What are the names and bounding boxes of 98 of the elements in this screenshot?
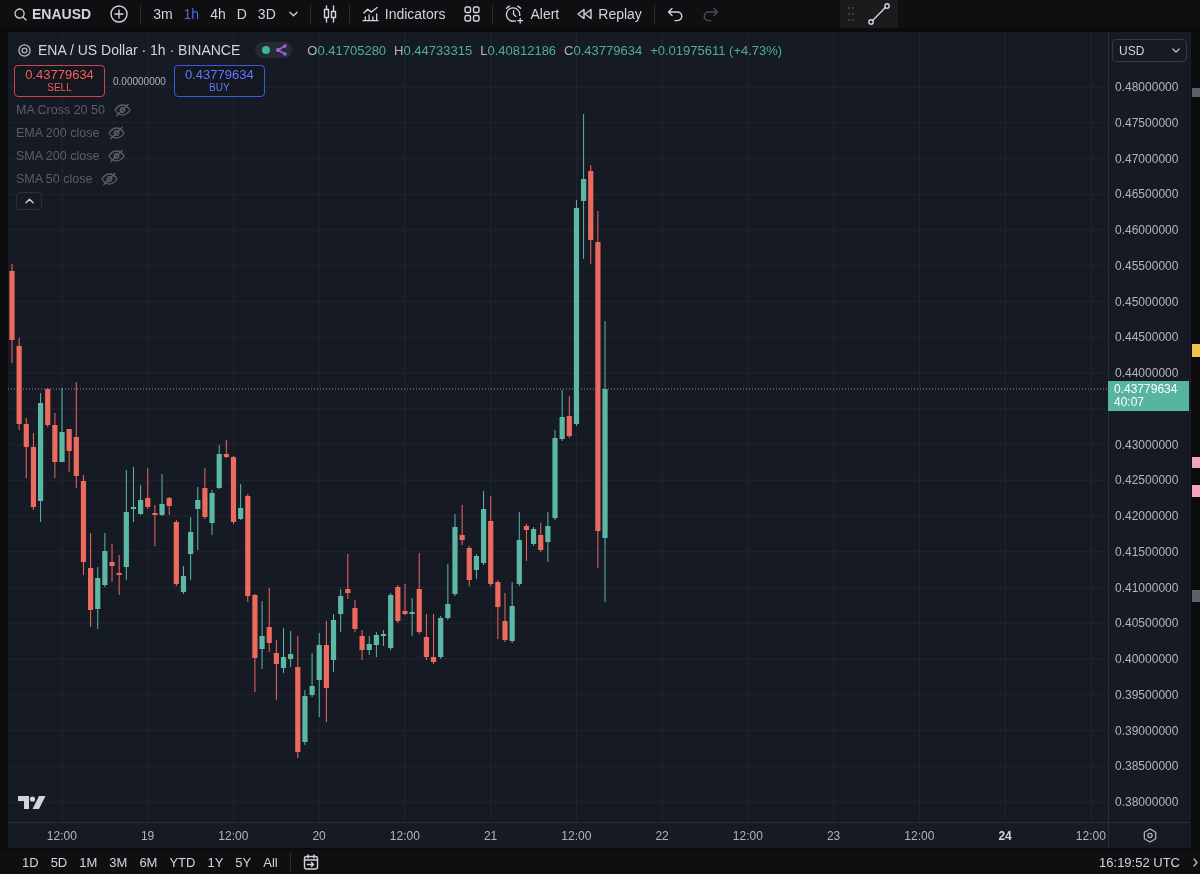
time-label: 23 [826, 828, 841, 843]
rewind-icon [576, 8, 593, 20]
logo-icon[interactable] [18, 796, 46, 809]
time-label: 21 [483, 828, 498, 843]
currency-dropdown[interactable]: USD [1112, 39, 1187, 62]
replay-button[interactable]: Replay [576, 4, 642, 24]
price-label: 0.42500000 [1115, 473, 1180, 488]
interval-tab[interactable]: 3D [257, 4, 276, 24]
spread-value: 0.00000000 [113, 75, 166, 87]
order-price: 0.43779634 [25, 68, 94, 81]
eye-slash-icon[interactable] [113, 103, 131, 118]
range-button[interactable]: 6M [139, 854, 158, 870]
sell-button[interactable]: 0.43779634 SELL [14, 65, 105, 97]
time-label: 12:00 [46, 828, 77, 843]
price-label: 0.38000000 [1115, 795, 1180, 809]
price-label: 0.44500000 [1115, 330, 1180, 345]
order-price: 0.43779634 [185, 68, 254, 81]
eye-slash-icon[interactable] [108, 149, 126, 163]
status-pill[interactable] [255, 42, 293, 58]
range-button[interactable]: 3M [109, 854, 128, 870]
coin-icon [18, 43, 31, 57]
chevron-right-icon[interactable] [1193, 857, 1198, 867]
price-label: 0.46500000 [1115, 187, 1180, 202]
interval-tab[interactable]: 1h [183, 4, 200, 24]
nodes-icon [276, 44, 288, 56]
ohlc-value: 0.43779634 [573, 42, 643, 58]
candlestick-icon[interactable] [322, 5, 337, 23]
range-button[interactable]: All [263, 854, 278, 870]
collapse-button[interactable] [16, 191, 42, 210]
range-button[interactable]: YTD [169, 854, 196, 870]
price-label: 0.40000000 [1115, 652, 1180, 666]
buy-button[interactable]: 0.43779634 BUY [173, 65, 265, 97]
price-label: 0.44000000 [1115, 366, 1180, 380]
chevron-up-icon [24, 197, 34, 204]
alert-button[interactable]: Alert [505, 4, 560, 24]
trend-line-icon[interactable] [867, 3, 890, 25]
price-label: 0.47500000 [1115, 115, 1180, 130]
ohlc-value: 0.41705280 [317, 42, 387, 58]
price-label: 0.45000000 [1115, 294, 1180, 309]
ohlc-label: C [564, 42, 574, 58]
order-side: BUY [209, 81, 230, 94]
interval-tab[interactable]: 3m [153, 4, 173, 24]
price-label: 0.47000000 [1115, 151, 1180, 166]
price-label: 0.42000000 [1115, 509, 1180, 523]
price-label: 0.39000000 [1115, 723, 1180, 738]
settings-icon[interactable] [1142, 828, 1157, 843]
time-label: 12:00 [1075, 828, 1106, 843]
price-label: 0.46000000 [1115, 223, 1180, 237]
time-label: 12:00 [218, 828, 249, 843]
order-side: SELL [47, 81, 72, 94]
undo-icon[interactable] [666, 6, 683, 22]
interval-tab[interactable]: D [236, 4, 247, 24]
time-label: 12:00 [732, 828, 763, 843]
ohlc-label: O [307, 42, 318, 58]
status-dot-icon [262, 46, 271, 54]
time-label: 12:00 [904, 828, 935, 843]
price-label: 0.41500000 [1115, 544, 1180, 559]
bar-countdown: 40:07 [1114, 396, 1146, 409]
ohlc-label: H [394, 42, 404, 58]
last-price: 0.43779634 [1114, 383, 1179, 396]
time-label: 12:00 [389, 828, 420, 843]
time-label: 19 [140, 828, 155, 843]
range-button[interactable]: 1D [22, 854, 39, 870]
grid-icon[interactable] [464, 6, 481, 22]
plus-circle-icon[interactable] [110, 5, 129, 23]
eye-slash-icon[interactable] [101, 171, 119, 186]
price-label: 0.43000000 [1115, 437, 1180, 452]
ohlc-value: 0.44733315 [403, 42, 473, 58]
price-label: 0.38500000 [1115, 759, 1180, 774]
eye-slash-icon[interactable] [108, 126, 126, 141]
time-label: 12:00 [561, 828, 592, 843]
price-label: 0.41000000 [1115, 580, 1180, 595]
range-button[interactable]: 5Y [235, 854, 252, 870]
price-label: 0.39500000 [1115, 687, 1180, 702]
time-label: 20 [312, 828, 326, 843]
range-button[interactable]: 1Y [207, 854, 224, 870]
price-label: 0.48000000 [1115, 80, 1180, 94]
price-label: 0.45500000 [1115, 258, 1180, 273]
clock-time: 16:19:52 UTC [1099, 854, 1180, 870]
search-icon [14, 7, 27, 21]
symbol-search-button[interactable]: ENAUSD [14, 4, 92, 24]
alarm-clock-icon [505, 4, 525, 24]
symbol-title: ENA / US Dollar · 1h · BINANCE [38, 42, 241, 58]
drag-handle-icon[interactable] [847, 7, 854, 21]
range-button[interactable]: 1M [79, 854, 98, 870]
chevron-down-icon [1172, 48, 1180, 53]
chart-icon [361, 6, 379, 22]
ohlc-label: L [480, 42, 488, 58]
price-label: 0.40500000 [1115, 616, 1180, 631]
indicators-button[interactable]: Indicators [361, 4, 446, 24]
interval-tab[interactable]: 4h [210, 4, 226, 24]
time-label: 24 [998, 828, 1012, 843]
calendar-arrow-icon[interactable] [302, 854, 319, 870]
chevron-down-icon[interactable] [288, 11, 298, 17]
time-label: 22 [655, 828, 669, 843]
price-change: +0.01975611 (+4.73%) [650, 42, 783, 58]
ohlc-value: 0.40812186 [487, 42, 557, 58]
range-button[interactable]: 5D [50, 854, 68, 870]
